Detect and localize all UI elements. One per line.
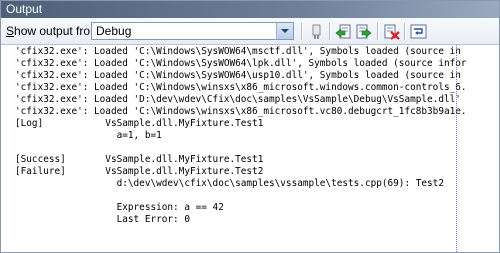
output-line: 'cfix32.exe': Loaded 'D:\dev\wdev\Cfix\d…: [15, 94, 461, 105]
output-line: 'cfix32.exe': Loaded 'C:\Windows\SysWOW6…: [15, 70, 461, 81]
output-source-value: Debug: [96, 24, 132, 38]
output-line: 'cfix32.exe': Loaded 'C:\Windows\winsxs\…: [15, 82, 467, 93]
output-line: 'cfix32.exe': Loaded 'C:\Windows\winsxs\…: [15, 106, 467, 117]
toolbar-separator: [329, 23, 331, 40]
output-toolbar: Show output from: Debug: [1, 18, 499, 45]
output-line: 'cfix32.exe': Loaded 'C:\Windows\SysWOW6…: [15, 46, 461, 57]
find-message-icon[interactable]: [307, 22, 326, 41]
output-line: a=1, b=1: [15, 130, 162, 141]
output-source-select[interactable]: Debug: [91, 22, 294, 40]
output-line: [Failure] VsSample.dll.MyFixture.Test2: [15, 166, 264, 177]
output-line: [Log] VsSample.dll.MyFixture.Test1: [15, 118, 264, 129]
prev-message-icon[interactable]: [334, 22, 353, 41]
output-window: Output Show output from: Debug 'cfix32.e…: [0, 0, 500, 253]
window-title: Output: [1, 1, 499, 18]
clear-all-icon[interactable]: [382, 22, 401, 41]
toolbar-separator: [301, 23, 303, 40]
output-line: Expression: a == 42: [15, 202, 224, 213]
output-line: [Success] VsSample.dll.MyFixture.Test1: [15, 154, 264, 165]
show-output-from-label: Show output from:: [6, 24, 104, 38]
chevron-down-icon[interactable]: [276, 23, 293, 39]
output-line: d:\dev\wdev\cfix\doc\samples\vssample\te…: [15, 178, 444, 189]
output-text-area[interactable]: 'cfix32.exe': Loaded 'C:\Windows\SysWOW6…: [1, 45, 499, 252]
toggle-word-wrap-icon[interactable]: [409, 22, 428, 41]
next-message-icon[interactable]: [354, 22, 373, 41]
right-margin-guide: [456, 45, 458, 252]
toolbar-separator: [377, 23, 379, 40]
output-line: Last Error: 0: [15, 214, 190, 225]
output-line: 'cfix32.exe': Loaded 'C:\Windows\SysWOW6…: [15, 58, 467, 69]
toolbar-separator: [404, 23, 406, 40]
